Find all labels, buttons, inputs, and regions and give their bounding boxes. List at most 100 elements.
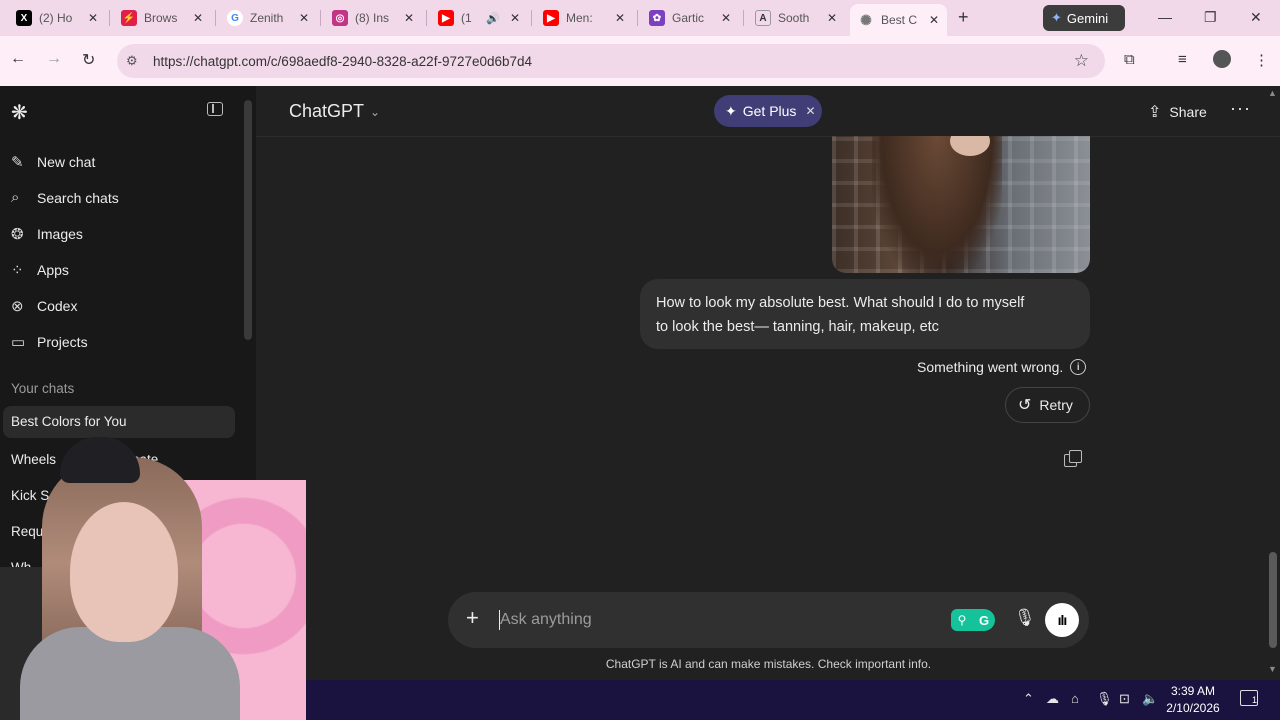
share-button[interactable]: ⇪ Share [1148, 102, 1207, 122]
user-uploaded-image[interactable] [832, 136, 1090, 273]
sidebar-toggle-icon[interactable] [207, 102, 223, 116]
extensions-icon[interactable]: ⧉ [1124, 51, 1135, 68]
tab-divider [743, 10, 744, 26]
scroll-up-icon[interactable]: ▲ [1268, 88, 1277, 98]
sidebar-item-apps[interactable]: ⁘ Apps [11, 261, 69, 279]
error-message: Something went wrong. i [917, 359, 1087, 375]
close-icon[interactable]: ✕ [805, 104, 815, 118]
browser-tab[interactable]: A Sooth ✕ [747, 5, 845, 31]
grammarly-status-icon: ⚲ [951, 609, 973, 631]
microphone-tray-icon[interactable]: 🎙 [1096, 691, 1113, 707]
browser-tab[interactable]: ▶ (1 🔊 ✕ [430, 5, 528, 31]
tab-title: (8) Ins [355, 11, 390, 25]
profile-avatar[interactable] [1213, 50, 1231, 68]
model-name: ChatGPT [289, 101, 365, 121]
sparkle-icon: ✦ [725, 102, 737, 119]
info-icon[interactable]: i [1070, 359, 1087, 375]
close-tab-icon[interactable]: ✕ [721, 11, 731, 25]
microphone-icon[interactable]: 🎙 [1014, 608, 1036, 628]
grammarly-g-icon: G [973, 609, 995, 631]
text-cursor [499, 610, 500, 630]
close-tab-icon[interactable]: ✕ [615, 11, 625, 25]
system-clock[interactable]: 3:39 AM 2/10/2026 [1158, 683, 1228, 717]
tab-title: Sooth [778, 11, 810, 25]
instagram-icon: ◎ [332, 10, 348, 26]
close-tab-icon[interactable]: ✕ [88, 11, 98, 25]
browser-tab-active[interactable]: ✺ Best C ✕ [850, 4, 947, 36]
scroll-down-icon[interactable]: ▼ [1268, 664, 1277, 674]
gemini-icon: ✦ [1051, 10, 1062, 25]
forward-icon[interactable]: → [46, 50, 62, 68]
prompt-input[interactable] [500, 606, 920, 634]
show-hidden-icons-icon[interactable]: ⌃ [1023, 691, 1034, 707]
sidebar-item-images[interactable]: ❂ Images [11, 225, 83, 243]
share-icon: ⇪ [1148, 104, 1162, 121]
browser-tab[interactable]: G Zenith ✕ [219, 5, 317, 31]
close-tab-icon[interactable]: ✕ [404, 11, 414, 25]
menu-dots-icon[interactable]: ⋮ [1254, 51, 1269, 69]
browser-toolbar: ← → ↻ ⚙ https://chatgpt.com/c/698aedf8-2… [0, 36, 1280, 86]
composer: + ⚲ G 🎙 ılı [448, 592, 1089, 648]
sidebar-item-new-chat[interactable]: ✎ New chat [11, 153, 95, 171]
close-tab-icon[interactable]: ✕ [929, 13, 939, 27]
notification-icon[interactable]: 1 [1240, 690, 1258, 706]
webcam-person-face [70, 502, 178, 642]
youtube-icon: ▶ [543, 10, 559, 26]
tab-divider [109, 10, 110, 26]
browser-tab[interactable]: ▶ Men: ✕ [535, 5, 633, 31]
chatgpt-icon: ✺ [860, 11, 872, 28]
sidebar-item-projects[interactable]: ▭ Projects [11, 333, 88, 351]
get-plus-button[interactable]: ✦ Get Plus ✕ [714, 95, 822, 127]
close-tab-icon[interactable]: ✕ [193, 11, 203, 25]
sidebar-item-search-chats[interactable]: ⌕ Search chats [11, 189, 119, 206]
voice-mode-button[interactable]: ılı [1045, 603, 1079, 637]
chat-item-active[interactable]: Best Colors for You [3, 406, 235, 438]
sidebar-item-codex[interactable]: ⊗ Codex [11, 297, 77, 315]
clock-date: 2/10/2026 [1166, 701, 1220, 715]
url-text[interactable]: https://chatgpt.com/c/698aedf8-2940-8328… [153, 54, 532, 69]
address-bar[interactable]: ⚙ https://chatgpt.com/c/698aedf8-2940-83… [117, 44, 1105, 78]
reload-icon[interactable]: ↻ [82, 50, 95, 70]
more-options-icon[interactable]: ··· [1230, 98, 1251, 119]
chevron-down-icon: ⌄ [370, 104, 381, 119]
model-selector[interactable]: ChatGPT ⌄ [289, 101, 380, 122]
grammarly-icon[interactable]: ⚲ G [951, 609, 995, 631]
tab-divider [320, 10, 321, 26]
browser-tab[interactable]: ◎ (8) Ins ✕ [324, 5, 422, 31]
browser-tab[interactable]: ✿ Gartic ✕ [641, 5, 739, 31]
onedrive-icon[interactable]: ☁ [1046, 691, 1059, 707]
gemini-button[interactable]: ✦ Gemini [1043, 5, 1125, 31]
bookmark-star-icon[interactable]: ☆ [1074, 51, 1089, 71]
close-tab-icon[interactable]: ✕ [827, 11, 837, 25]
minimize-icon[interactable]: — [1158, 9, 1172, 25]
close-tab-icon[interactable]: ✕ [510, 11, 520, 25]
retry-button[interactable]: ↺ Retry [1005, 387, 1090, 423]
close-tab-icon[interactable]: ✕ [299, 11, 309, 25]
network-icon[interactable]: ⊡ [1119, 691, 1130, 707]
add-attachment-icon[interactable]: + [466, 605, 479, 631]
device-icon[interactable]: ⌂ [1071, 691, 1079, 706]
site-info-icon[interactable]: ⚙ [126, 53, 138, 69]
back-icon[interactable]: ← [10, 50, 26, 68]
retry-label: Retry [1039, 397, 1073, 413]
restore-icon[interactable]: ❐ [1204, 9, 1217, 26]
copy-icon[interactable] [1064, 450, 1082, 467]
codex-icon: ⊗ [11, 298, 24, 315]
main-scrollbar[interactable] [1269, 552, 1277, 648]
audio-playing-icon[interactable]: 🔊 [486, 12, 500, 25]
sidebar-item-label: Codex [37, 298, 78, 314]
tab-title: Brows [144, 11, 178, 25]
notification-count: 1 [1251, 695, 1257, 705]
new-tab-icon[interactable]: + [958, 7, 969, 28]
clock-time: 3:39 AM [1170, 684, 1216, 698]
media-control-icon[interactable]: ≡ [1178, 51, 1187, 68]
disclaimer-text: ChatGPT is AI and can make mistakes. Che… [605, 657, 932, 671]
browser-tab[interactable]: ⚡ Brows ✕ [113, 5, 211, 31]
close-window-icon[interactable]: ✕ [1250, 9, 1262, 26]
openai-logo-icon[interactable]: ❋ [11, 100, 28, 125]
browser-tab[interactable]: X (2) Ho ✕ [8, 5, 106, 31]
tab-divider [215, 10, 216, 26]
sidebar-scrollbar[interactable] [244, 100, 252, 340]
volume-icon[interactable]: 🔈 [1142, 691, 1158, 707]
youtube-icon: ▶ [438, 10, 454, 26]
